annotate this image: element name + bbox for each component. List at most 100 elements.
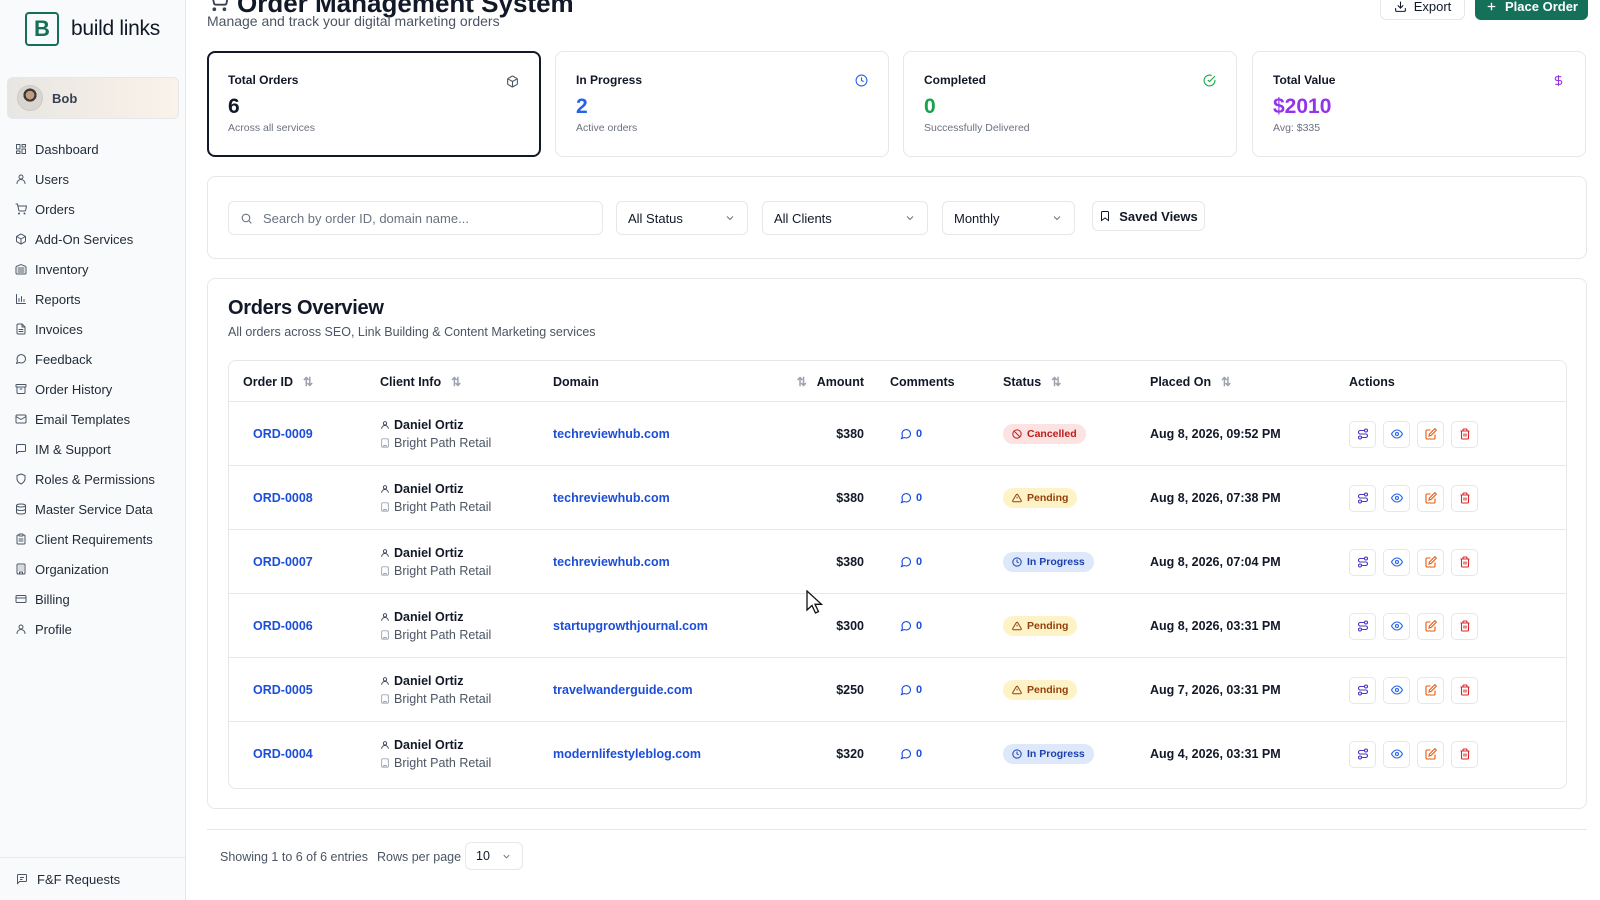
comments-button[interactable]: 0	[900, 466, 922, 530]
sidebar-item-orders[interactable]: Orders	[0, 194, 186, 224]
user-card[interactable]: Bob	[7, 77, 179, 119]
order-id-link[interactable]: ORD-0004	[253, 747, 313, 761]
delete-button[interactable]	[1451, 676, 1478, 704]
order-id-link[interactable]: ORD-0005	[253, 683, 313, 697]
sidebar-item-billing[interactable]: Billing	[0, 584, 186, 614]
sidebar-item-invoices[interactable]: Invoices	[0, 314, 186, 344]
delete-button[interactable]	[1451, 420, 1478, 448]
table-row[interactable]: ORD-0006 Daniel Ortiz Bright Path Retail st…	[229, 594, 1566, 658]
order-id-link[interactable]: ORD-0009	[253, 427, 313, 441]
comments-button[interactable]: 0	[900, 722, 922, 786]
edit-button[interactable]	[1417, 548, 1444, 576]
domain-link[interactable]: techreviewhub.com	[553, 555, 670, 569]
comments-button[interactable]: 0	[900, 530, 922, 594]
stat-card-in-progress[interactable]: In Progress 2 Active orders	[555, 51, 889, 157]
edit-button[interactable]	[1417, 740, 1444, 768]
stat-card-total-value[interactable]: Total Value $2010 Avg: $335	[1252, 51, 1586, 157]
sort-icon[interactable]: ⇅	[451, 375, 461, 389]
comments-button[interactable]: 0	[900, 594, 922, 658]
brand[interactable]: B build links	[25, 12, 160, 46]
table-row[interactable]: ORD-0004 Daniel Ortiz Bright Path Retail mo…	[229, 722, 1566, 786]
order-id-link[interactable]: ORD-0008	[253, 491, 313, 505]
view-button[interactable]	[1383, 484, 1410, 512]
client-org: Bright Path Retail	[380, 756, 491, 770]
sidebar-item-feedback[interactable]: Feedback	[0, 344, 186, 374]
table-row[interactable]: ORD-0009 Daniel Ortiz Bright Path Retail te…	[229, 402, 1566, 466]
sidebar-item-im-support[interactable]: IM & Support	[0, 434, 186, 464]
view-button[interactable]	[1383, 740, 1410, 768]
column-client-info[interactable]: Client Info ⇅	[380, 361, 461, 402]
order-id-link[interactable]: ORD-0006	[253, 619, 313, 633]
sidebar-item-add-on-services[interactable]: Add-On Services	[0, 224, 186, 254]
edit-button[interactable]	[1417, 612, 1444, 640]
sidebar-item-master-service-data[interactable]: Master Service Data	[0, 494, 186, 524]
delete-button[interactable]	[1451, 612, 1478, 640]
comments-button[interactable]: 0	[900, 658, 922, 722]
edit-button[interactable]	[1417, 420, 1444, 448]
delete-button[interactable]	[1451, 740, 1478, 768]
column-comments: Comments	[890, 361, 955, 402]
edit-button[interactable]	[1417, 484, 1444, 512]
sidebar-item-dashboard[interactable]: Dashboard	[0, 134, 186, 164]
stat-card-completed[interactable]: Completed 0 Successfully Delivered	[903, 51, 1237, 157]
table-row[interactable]: ORD-0008 Daniel Ortiz Bright Path Retail te…	[229, 466, 1566, 530]
stat-card-total-orders[interactable]: Total Orders 6 Across all services	[207, 51, 541, 157]
sidebar-item-organization[interactable]: Organization	[0, 554, 186, 584]
view-button[interactable]	[1383, 676, 1410, 704]
sidebar-item-email-templates[interactable]: Email Templates	[0, 404, 186, 434]
column-placed-on[interactable]: Placed On ⇅	[1150, 361, 1231, 402]
mouse-cursor-icon	[806, 590, 824, 614]
sidebar-item-order-history[interactable]: Order History	[0, 374, 186, 404]
edit-button[interactable]	[1417, 676, 1444, 704]
sort-icon[interactable]: ⇅	[303, 375, 313, 389]
domain-link[interactable]: techreviewhub.com	[553, 427, 670, 441]
sidebar-item-label: Email Templates	[35, 411, 131, 427]
track-button[interactable]	[1349, 612, 1376, 640]
search-input[interactable]	[263, 210, 583, 226]
sort-icon[interactable]: ⇅	[1221, 375, 1231, 389]
export-button[interactable]: Export	[1380, 0, 1465, 20]
search-box[interactable]	[228, 201, 603, 235]
status-select[interactable]: All Status	[616, 201, 748, 235]
rows-per-page-select[interactable]: 10	[465, 842, 523, 870]
clients-select[interactable]: All Clients	[762, 201, 928, 235]
comments-button[interactable]: 0	[900, 402, 922, 466]
sidebar-item-profile[interactable]: Profile	[0, 614, 186, 644]
sort-icon[interactable]: ⇅	[1051, 375, 1061, 389]
column-label: Amount	[816, 374, 864, 389]
view-button[interactable]	[1383, 548, 1410, 576]
sidebar-item-client-requirements[interactable]: Client Requirements	[0, 524, 186, 554]
domain-link[interactable]: techreviewhub.com	[553, 491, 670, 505]
client-org-text: Bright Path Retail	[394, 436, 492, 450]
order-id-link[interactable]: ORD-0007	[253, 555, 313, 569]
sort-icon[interactable]: ⇅	[797, 375, 807, 389]
domain-link[interactable]: travelwanderguide.com	[553, 683, 693, 697]
sidebar-item-reports[interactable]: Reports	[0, 284, 186, 314]
column-amount[interactable]: ⇅ Amount	[797, 361, 864, 402]
saved-views-button[interactable]: Saved Views	[1092, 201, 1205, 231]
view-button[interactable]	[1383, 420, 1410, 448]
column-status[interactable]: Status ⇅	[1003, 361, 1061, 402]
track-button[interactable]	[1349, 484, 1376, 512]
place-order-button[interactable]: Place Order	[1475, 0, 1588, 20]
table-row[interactable]: ORD-0005 Daniel Ortiz Bright Path Retail tr…	[229, 658, 1566, 722]
column-label: Status	[1003, 374, 1042, 389]
sidebar-item-users[interactable]: Users	[0, 164, 186, 194]
column-order-id[interactable]: Order ID ⇅	[243, 361, 313, 402]
domain-link[interactable]: modernlifestyleblog.com	[553, 747, 701, 761]
delete-button[interactable]	[1451, 548, 1478, 576]
sidebar-item-inventory[interactable]: Inventory	[0, 254, 186, 284]
table-row[interactable]: ORD-0007 Daniel Ortiz Bright Path Retail te…	[229, 530, 1566, 594]
view-button[interactable]	[1383, 612, 1410, 640]
sidebar-item-ff-requests[interactable]: F&F Requests	[0, 857, 186, 900]
track-button[interactable]	[1349, 548, 1376, 576]
track-button[interactable]	[1349, 740, 1376, 768]
period-select[interactable]: Monthly	[942, 201, 1075, 235]
stat-label: Total Value	[1273, 73, 1336, 87]
track-button[interactable]	[1349, 420, 1376, 448]
message-lines-icon	[16, 873, 28, 885]
delete-button[interactable]	[1451, 484, 1478, 512]
track-button[interactable]	[1349, 676, 1376, 704]
domain-link[interactable]: startupgrowthjournal.com	[553, 619, 708, 633]
sidebar-item-roles-permissions[interactable]: Roles & Permissions	[0, 464, 186, 494]
